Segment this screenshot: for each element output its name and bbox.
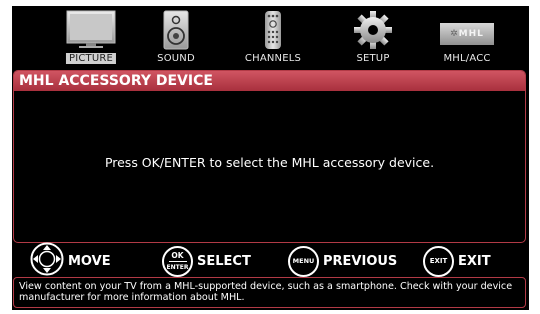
panel-title: MHL ACCESSORY DEVICE <box>14 71 525 91</box>
control-legend: MOVE OK ENTER SELECT MENU PREVIOUS EXIT … <box>12 242 529 280</box>
mhl-logo-icon: ✲MHL <box>440 21 494 45</box>
remote-icon <box>264 10 282 54</box>
tv-icon <box>66 10 116 54</box>
move-control[interactable]: MOVE <box>30 242 111 280</box>
ok-enter-button-icon: OK ENTER <box>162 245 193 277</box>
tab-mhl-acc[interactable]: ✲MHL MHL/ACC <box>427 6 507 67</box>
dpad-icon <box>30 242 64 280</box>
tab-sound[interactable]: SOUND <box>146 6 206 67</box>
mhl-accessory-panel: MHL ACCESSORY DEVICE Press OK/ENTER to s… <box>13 70 526 243</box>
tab-label: PICTURE <box>65 53 117 64</box>
exit-control[interactable]: EXIT EXIT <box>423 244 491 278</box>
previous-label: PREVIOUS <box>323 253 398 269</box>
tab-label: SOUND <box>157 53 195 64</box>
panel-message: Press OK/ENTER to select the MHL accesso… <box>104 155 435 170</box>
mhl-logo-text: MHL <box>458 29 484 39</box>
move-label: MOVE <box>68 253 111 269</box>
speaker-icon <box>163 10 189 54</box>
previous-control[interactable]: MENU PREVIOUS <box>288 244 397 278</box>
tab-label: CHANNELS <box>244 53 302 64</box>
ok-key-label: OK <box>171 250 184 260</box>
select-label: SELECT <box>197 253 251 269</box>
tv-screen: PICTURE SOUND CHANNELS SETUP ✲MHL MHL/AC… <box>12 6 529 310</box>
exit-button-icon: EXIT <box>423 245 454 277</box>
select-control[interactable]: OK ENTER SELECT <box>162 244 251 278</box>
tab-label: SETUP <box>356 53 390 64</box>
enter-key-label: ENTER <box>166 263 189 271</box>
tab-picture[interactable]: PICTURE <box>56 6 126 67</box>
menu-button-icon: MENU <box>288 245 319 277</box>
help-text: View content on your TV from a MHL-suppo… <box>13 277 526 308</box>
gear-icon <box>353 10 393 54</box>
exit-label: EXIT <box>458 253 491 269</box>
tab-label: MHL/ACC <box>443 53 491 64</box>
tab-setup[interactable]: SETUP <box>338 6 408 67</box>
tab-channels[interactable]: CHANNELS <box>238 6 308 67</box>
